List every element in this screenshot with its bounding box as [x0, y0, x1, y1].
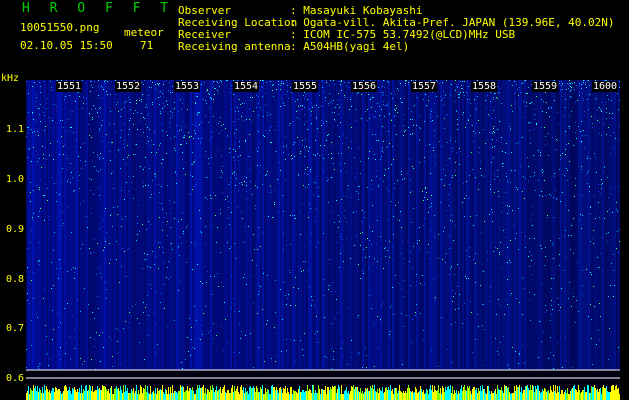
- y-tick-label: 0.9: [5, 224, 24, 235]
- x-tick-label: 1553: [174, 81, 201, 92]
- antenna-value: : A504HB(yagi 4el): [290, 40, 410, 53]
- meteor-label: meteor: [124, 26, 164, 39]
- location-label: Receiving Location: [178, 16, 298, 29]
- location-value: : Ogata-vill. Akita-Pref. JAPAN (139.96E…: [290, 16, 615, 29]
- x-tick-label: 1600: [592, 81, 619, 92]
- y-tick-label: 1.0: [5, 174, 24, 185]
- x-tick-label: 1556: [351, 81, 378, 92]
- receiver-value: : ICOM IC-575 53.7492(@LCD)MHz USB: [290, 28, 516, 41]
- timestamp: 02.10.05 15:50: [20, 39, 113, 52]
- x-tick-label: 1551: [56, 81, 83, 92]
- receiver-label: Receiver: [178, 28, 231, 41]
- observer-label: Observer: [178, 4, 231, 17]
- filename: 10051550.png: [20, 21, 100, 34]
- x-tick-label: 1554: [233, 81, 260, 92]
- y-tick-label: 0.8: [5, 274, 24, 285]
- y-tick-label: 0.6: [5, 373, 24, 384]
- spectrogram: [26, 80, 620, 400]
- x-tick-label: 1559: [532, 81, 559, 92]
- x-tick-label: 1557: [411, 81, 438, 92]
- y-tick-label: 1.1: [5, 124, 24, 135]
- antenna-label: Receiving antenna: [178, 40, 291, 53]
- x-tick-label: 1555: [292, 81, 319, 92]
- x-tick-label: 1552: [115, 81, 142, 92]
- observer-value: : Masayuki Kobayashi: [290, 4, 423, 17]
- meteor-count: 71: [140, 39, 154, 52]
- spectrogram-canvas: [26, 80, 620, 400]
- app-title: H R O F F T: [22, 1, 175, 16]
- y-tick-label: 0.7: [5, 323, 24, 334]
- x-tick-label: 1558: [471, 81, 498, 92]
- y-axis-unit: kHz: [1, 73, 20, 84]
